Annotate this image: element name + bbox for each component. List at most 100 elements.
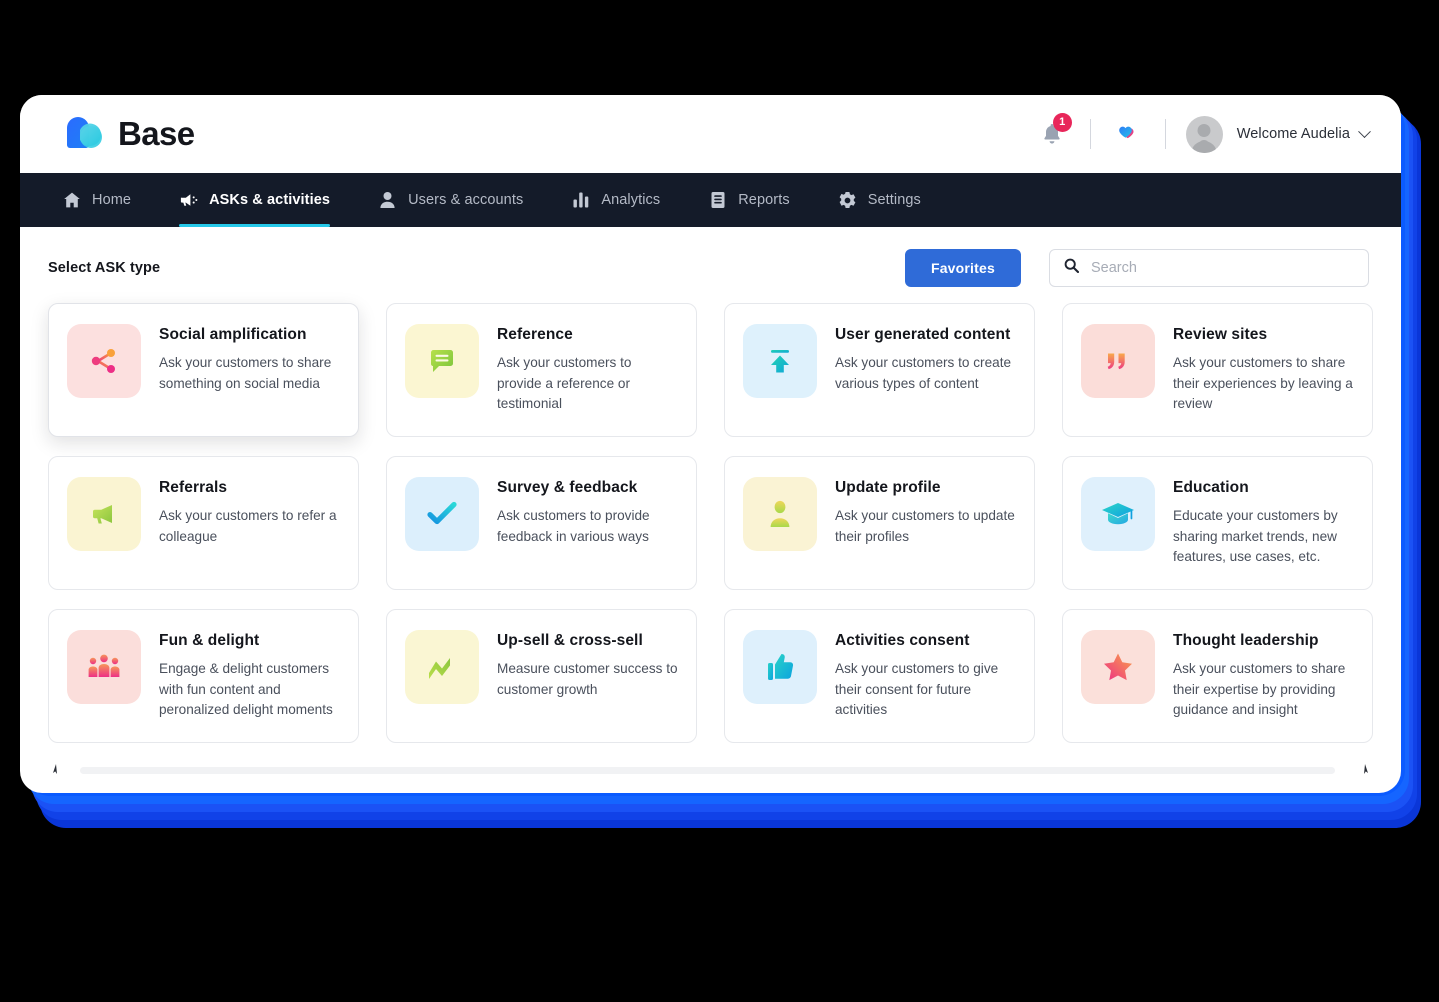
card-body: Referrals Ask your customers to refer a … [159, 477, 340, 547]
search-input[interactable] [1091, 260, 1354, 276]
main-nav: Home ASKs & activities Users & accounts … [20, 173, 1401, 227]
card-icon-tile [405, 324, 479, 398]
nav-item-home[interactable]: Home [62, 173, 155, 227]
people-group-icon [88, 654, 120, 677]
ask-type-card-thought-leadership[interactable]: Thought leadership Ask your customers to… [1062, 609, 1373, 743]
favorites-heart-button[interactable] [1111, 117, 1145, 151]
scrollbar-thumb[interactable] [80, 767, 1335, 774]
ask-type-card-survey-feedback[interactable]: Survey & feedback Ask customers to provi… [386, 456, 697, 590]
card-icon-tile [743, 630, 817, 704]
card-description: Ask your customers to create various typ… [835, 355, 1012, 391]
card-title: Update profile [835, 479, 941, 496]
resize-marker-bottom-right [1364, 764, 1368, 774]
ask-type-card-update-profile[interactable]: Update profile Ask your customers to upd… [724, 456, 1035, 590]
app-header: Base 1 Welcome Audelia [20, 95, 1401, 173]
header-actions: 1 Welcome Audelia [1034, 113, 1371, 153]
card-description: Ask your customers to give their consent… [835, 661, 999, 718]
card-description: Ask your customers to share their experi… [1173, 355, 1353, 412]
card-description: Ask your customers to share something on… [159, 355, 332, 391]
person-icon [770, 500, 790, 527]
card-body: Thought leadership Ask your customers to… [1173, 630, 1354, 721]
card-description: Measure customer success to customer gro… [497, 661, 678, 697]
card-description: Educate your customers by sharing market… [1173, 508, 1338, 565]
card-title: Education [1173, 479, 1249, 496]
avatar[interactable] [1185, 115, 1223, 153]
nav-label: Analytics [601, 192, 661, 208]
card-title: Review sites [1173, 326, 1268, 343]
ask-type-card-up-sell-cross-sell[interactable]: Up-sell & cross-sell Measure customer su… [386, 609, 697, 743]
nav-item-asks-activities[interactable]: ASKs & activities [155, 173, 354, 227]
card-icon-tile [743, 324, 817, 398]
ask-type-card-referrals[interactable]: Referrals Ask your customers to refer a … [48, 456, 359, 590]
ask-type-card-education[interactable]: Education Educate your customers by shar… [1062, 456, 1373, 590]
card-body: Social amplification Ask your customers … [159, 324, 340, 394]
notifications-button[interactable]: 1 [1034, 113, 1072, 152]
page-title: Select ASK type [48, 260, 161, 276]
nav-item-users-accounts[interactable]: Users & accounts [354, 173, 547, 227]
nav-label: Users & accounts [408, 192, 524, 208]
ask-type-card-user-generated-content[interactable]: User generated content Ask your customer… [724, 303, 1035, 437]
page-root: Base 1 Welcome Audelia Home ASKs & activ… [0, 0, 1439, 1002]
nav-item-analytics[interactable]: Analytics [547, 173, 684, 227]
card-body: Reference Ask your customers to provide … [497, 324, 678, 415]
thumbs-up-icon [768, 654, 794, 680]
nav-label: Home [92, 192, 132, 208]
star-icon [1104, 653, 1132, 681]
card-icon-tile [67, 324, 141, 398]
card-body: Survey & feedback Ask customers to provi… [497, 477, 678, 547]
card-body: Education Educate your customers by shar… [1173, 477, 1354, 568]
card-description: Ask your customers to update their profi… [835, 508, 1015, 544]
card-description: Engage & delight customers with fun cont… [159, 661, 333, 718]
card-title: Reference [497, 326, 573, 343]
ask-type-card-fun-delight[interactable]: Fun & delight Engage & delight customers… [48, 609, 359, 743]
ask-type-card-review-sites[interactable]: Review sites Ask your customers to share… [1062, 303, 1373, 437]
search-box[interactable] [1049, 249, 1369, 287]
brand-logo[interactable]: Base [62, 114, 195, 154]
header-divider [1164, 119, 1166, 149]
base-logo-icon [62, 114, 106, 154]
card-title: Survey & feedback [497, 479, 638, 496]
nav-item-settings[interactable]: Settings [814, 173, 945, 227]
horizontal-scrollbar[interactable] [20, 767, 1401, 775]
ask-type-card-reference[interactable]: Reference Ask your customers to provide … [386, 303, 697, 437]
quote-marks-icon [1107, 353, 1125, 370]
graduation-cap-icon [1102, 503, 1134, 525]
user-menu[interactable]: Welcome Audelia [1237, 124, 1371, 142]
nav-item-reports[interactable]: Reports [684, 173, 813, 227]
card-icon-tile [1081, 324, 1155, 398]
brand-name: Base [118, 115, 195, 152]
card-title: Thought leadership [1173, 632, 1319, 649]
check-mark-icon [427, 501, 457, 525]
ask-type-card-social-amplification[interactable]: Social amplification Ask your customers … [48, 303, 359, 437]
card-body: Fun & delight Engage & delight customers… [159, 630, 340, 721]
speech-bubble-icon [430, 350, 453, 372]
card-body: Up-sell & cross-sell Measure customer su… [497, 630, 678, 700]
heart-icon [1118, 126, 1134, 139]
megaphone-icon [93, 505, 112, 524]
resize-marker-bottom-left [53, 764, 57, 774]
nav-label: ASKs & activities [209, 192, 331, 208]
header-divider [1089, 119, 1091, 149]
notification-badge: 1 [1052, 113, 1072, 132]
share-icon [91, 349, 115, 373]
favorites-button[interactable]: Favorites [904, 249, 1021, 287]
trend-zigzag-icon [429, 658, 450, 679]
card-icon-tile [743, 477, 817, 551]
card-title: Social amplification [159, 326, 307, 343]
card-title: User generated content [835, 326, 1011, 343]
search-icon [1064, 258, 1080, 278]
toolbar-actions: Favorites [904, 249, 1369, 287]
card-icon-tile [405, 630, 479, 704]
bar-chart-icon [571, 191, 590, 210]
card-description: Ask your customers to refer a colleague [159, 508, 337, 544]
card-body: Activities consent Ask your customers to… [835, 630, 1016, 721]
ask-type-card-activities-consent[interactable]: Activities consent Ask your customers to… [724, 609, 1035, 743]
nav-label: Reports [738, 192, 790, 208]
card-description: Ask your customers to provide a referenc… [497, 355, 632, 412]
card-description: Ask your customers to share their expert… [1173, 661, 1346, 718]
gear-icon [838, 191, 857, 210]
upload-arrow-icon [771, 350, 789, 373]
ask-type-grid: Social amplification Ask your customers … [20, 297, 1401, 743]
megaphone-icon [179, 191, 198, 210]
nav-label: Settings [867, 192, 921, 208]
